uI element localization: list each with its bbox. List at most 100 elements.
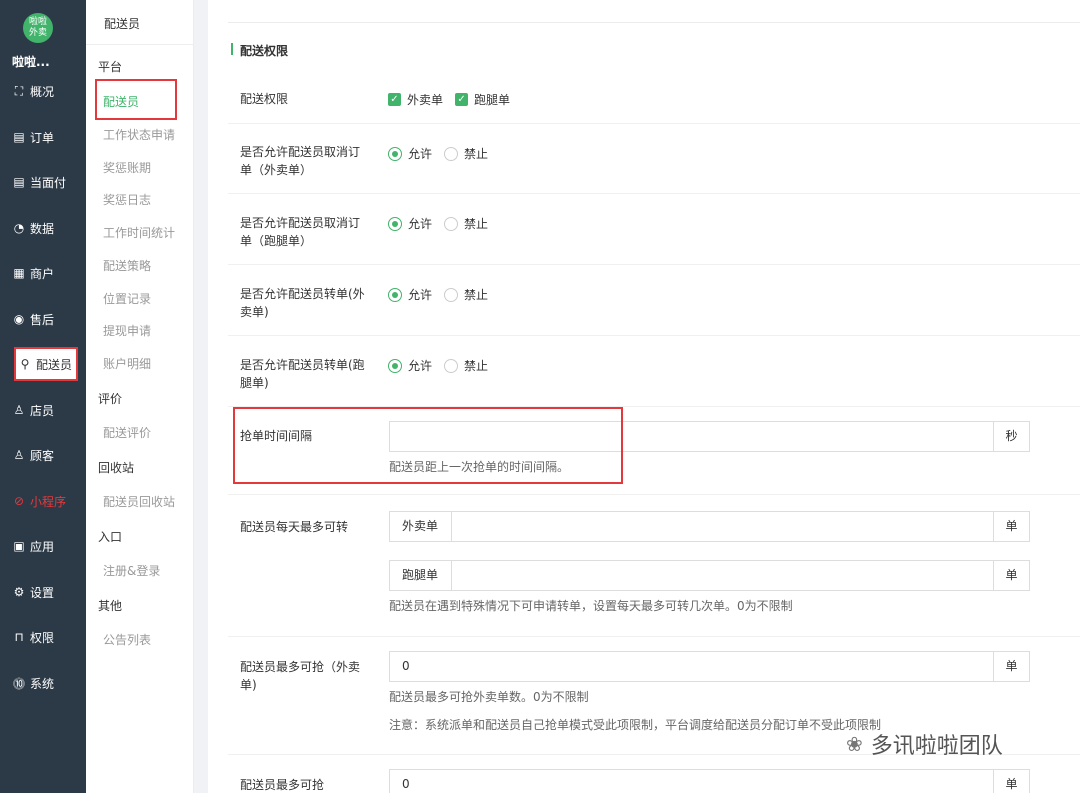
nav-settings[interactable]: ⚙ 设置 — [0, 572, 86, 612]
search-person-icon: ⚲ — [20, 357, 30, 371]
group-entry: 入口 — [98, 530, 123, 544]
radio-deny[interactable] — [444, 216, 459, 231]
logo-text-top: 啦啦 — [28, 17, 47, 27]
checkbox-errand[interactable]: ✓ — [455, 93, 469, 106]
max-grab-takeout-input[interactable]: 0 — [390, 652, 993, 681]
daily-transfer-takeout-group: 外卖单 单 — [389, 511, 1030, 542]
subnav-notice[interactable]: 公告列表 — [103, 631, 151, 648]
subnav-location[interactable]: 位置记录 — [103, 290, 151, 307]
subnav-reward-account[interactable]: 奖惩账期 — [103, 159, 151, 176]
subnav-reward-log[interactable]: 奖惩日志 — [103, 191, 151, 208]
perm-label: 配送权限 — [240, 92, 289, 106]
radio-deny[interactable] — [444, 287, 459, 302]
radio-deny[interactable] — [444, 358, 459, 373]
errand-prefix: 跑腿单 — [390, 561, 452, 590]
nav-label: 商户 — [30, 266, 55, 281]
daily-transfer-takeout-input[interactable] — [452, 512, 993, 541]
subnav-work-status[interactable]: 工作状态申请 — [103, 126, 175, 143]
nav-label: 订单 — [30, 130, 55, 145]
radio-allow[interactable] — [388, 146, 402, 161]
main-sidebar: 啦啦 外卖 啦啦... ⛶ 概况 ▤ 订单 ▤ 当面付 ◔ 数据 ▦ 商户 ◉ 售后 ⚲ 配送… — [0, 0, 86, 793]
checkbox-errand-label: 跑腿单 — [474, 93, 511, 107]
max-grab-next-input[interactable]: 0 — [390, 770, 993, 793]
cancel-errand-label: 是否允许配送员取消订单（跑腿单） — [240, 216, 361, 248]
nav-merchants[interactable]: ▦ 商户 — [0, 253, 86, 293]
subnav-register[interactable]: 注册&登录 — [103, 562, 160, 579]
order-suffix: 单 — [993, 512, 1029, 541]
nav-label: 店员 — [30, 403, 55, 418]
nav-overview[interactable]: ⛶ 概况 — [0, 71, 86, 111]
divider — [228, 22, 1080, 23]
transfer-errand-radios: 允许 禁止 — [388, 357, 500, 374]
nav-permissions[interactable]: ⊓ 权限 — [0, 617, 86, 657]
subnav-withdraw[interactable]: 提现申请 — [103, 322, 151, 339]
divider — [228, 494, 1080, 495]
transfer-takeout-label: 是否允许配送员转单(外卖单) — [240, 287, 365, 319]
cancel-takeout-radios: 允许 禁止 — [388, 145, 500, 162]
subnav-work-time[interactable]: 工作时间统计 — [103, 224, 175, 241]
nav-courier[interactable]: ⚲ 配送员 — [14, 347, 78, 381]
radio-allow[interactable] — [388, 287, 402, 302]
radio-allow-label: 允许 — [408, 288, 433, 302]
face-pay-icon: ▤ — [13, 175, 25, 189]
max-grab-takeout-group: 0 单 — [389, 651, 1030, 682]
orders-icon: ▤ — [13, 130, 25, 144]
main-content: 配送权限 配送权限 ✓ 外卖单 ✓ 跑腿单 是否允许配送员取消订单（外卖单） 允许 … — [208, 0, 1080, 793]
radio-allow-label: 允许 — [408, 359, 433, 373]
overview-icon: ⛶ — [14, 83, 24, 98]
radio-deny[interactable] — [444, 146, 459, 161]
order-suffix: 单 — [993, 561, 1029, 590]
highlight-box-grab-interval — [233, 407, 623, 484]
nav-data[interactable]: ◔ 数据 — [0, 208, 86, 248]
group-recycle: 回收站 — [98, 461, 135, 475]
subnav-account-detail[interactable]: 账户明细 — [103, 355, 151, 372]
max-grab-next-label: 配送员最多可抢 — [240, 778, 325, 792]
nav-face-pay[interactable]: ▤ 当面付 — [0, 162, 86, 202]
nav-label: 售后 — [30, 312, 55, 327]
divider — [228, 636, 1080, 637]
divider — [228, 193, 1080, 194]
max-grab-note: 注意：系统派单和配送员自己抢单模式受此项限制，平台调度给配送员分配订单不受此项限… — [389, 718, 882, 732]
subnav-courier-review[interactable]: 配送评价 — [103, 424, 151, 441]
nav-mini-program[interactable]: ⊘ 小程序 — [0, 481, 86, 521]
section-title: 配送权限 — [230, 43, 289, 58]
nav-apps[interactable]: ▣ 应用 — [0, 526, 86, 566]
nav-after-sales[interactable]: ◉ 售后 — [0, 299, 86, 339]
data-icon: ◔ — [13, 221, 25, 235]
users-icon: ♙ — [13, 448, 25, 462]
user-icon: ♙ — [13, 403, 25, 417]
radio-allow[interactable] — [388, 358, 402, 373]
nav-label: 配送员 — [36, 357, 73, 372]
nav-clerks[interactable]: ♙ 店员 — [0, 390, 86, 430]
store-name[interactable]: 啦啦... — [12, 53, 50, 70]
nav-label: 权限 — [30, 630, 55, 645]
logo-text-bottom: 外卖 — [28, 28, 47, 38]
group-platform: 平台 — [98, 60, 123, 74]
nav-label: 小程序 — [30, 494, 67, 509]
nav-system[interactable]: ⓾ 系统 — [0, 663, 86, 703]
group-review: 评价 — [98, 392, 123, 406]
highlight-box-subnav — [95, 79, 177, 120]
nav-label: 当面付 — [30, 175, 67, 190]
max-grab-next-group: 0 单 — [389, 769, 1030, 793]
nav-orders[interactable]: ▤ 订单 — [0, 117, 86, 157]
checkbox-takeout[interactable]: ✓ — [388, 93, 401, 106]
daily-transfer-errand-input[interactable] — [452, 561, 993, 590]
wechat-icon: ❀ — [846, 732, 863, 756]
gear-icon: ⚙ — [13, 585, 25, 599]
nav-customers[interactable]: ♙ 顾客 — [0, 435, 86, 475]
daily-transfer-errand-group: 跑腿单 单 — [389, 560, 1030, 591]
radio-allow-label: 允许 — [408, 147, 433, 161]
group-other: 其他 — [98, 599, 123, 613]
radio-deny-label: 禁止 — [464, 359, 489, 373]
app-logo[interactable]: 啦啦 外卖 — [23, 13, 53, 43]
checkbox-takeout-label: 外卖单 — [407, 93, 444, 107]
nav-label: 顾客 — [30, 448, 55, 463]
radio-allow[interactable] — [388, 216, 402, 231]
nav-label: 应用 — [30, 539, 55, 554]
mini-program-icon: ⊘ — [13, 494, 25, 508]
radio-deny-label: 禁止 — [464, 147, 489, 161]
subnav-courier-recycle[interactable]: 配送员回收站 — [103, 493, 175, 510]
subnav-strategy[interactable]: 配送策略 — [103, 257, 151, 274]
max-grab-takeout-label: 配送员最多可抢（外卖单) — [240, 660, 361, 692]
